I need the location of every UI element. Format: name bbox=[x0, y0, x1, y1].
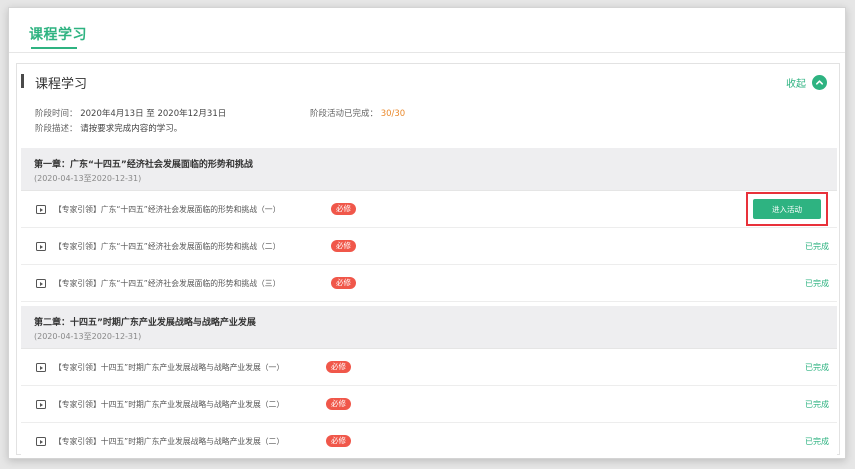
chapter-header: 第二章：十四五”时期广东产业发展战略与战略产业发展 (2020-04-13至20… bbox=[21, 306, 837, 349]
chapter-date-range: (2020-04-13至2020-12-31) bbox=[34, 174, 142, 183]
stage-completion: 阶段活动已完成： 30/30 bbox=[310, 107, 405, 119]
chapter-title: 第二章：十四五”时期广东产业发展战略与战略产业发展 bbox=[34, 318, 256, 328]
section-title: 课程学习 bbox=[35, 77, 88, 92]
chapter-1: 第一章：广东“十四五”经济社会发展面临的形势和挑战 (2020-04-13至20… bbox=[21, 148, 837, 302]
stage-time: 阶段时间： 2020年4月13日 至 2020年12月31日 bbox=[35, 107, 226, 119]
tab-active-underline bbox=[31, 47, 77, 49]
status-completed: 已完成 bbox=[805, 363, 829, 372]
stage-description-value: 请按要求完成内容的学习。 bbox=[80, 124, 183, 134]
stage-completion-value: 30/30 bbox=[380, 109, 406, 119]
list-item[interactable]: 【专家引领】广东“十四五”经济社会发展面临的形势和挑战（三） 必修 已完成 bbox=[21, 265, 837, 302]
course-window: 课程学习 课程学习 收起 阶段时间： 2020年4月13日 至 2020年12月… bbox=[8, 7, 846, 459]
chapter-date-range: (2020-04-13至2020-12-31) bbox=[34, 332, 142, 341]
list-item[interactable]: 【专家引领】广东“十四五”经济社会发展面临的形势和挑战（二） 必修 已完成 bbox=[21, 228, 837, 265]
activity-title[interactable]: 【专家引领】十四五”时期广东产业发展战略与战略产业发展（二） bbox=[54, 436, 284, 447]
video-play-icon bbox=[36, 400, 46, 409]
status-completed: 已完成 bbox=[805, 437, 829, 446]
video-play-icon bbox=[36, 437, 46, 446]
activity-title[interactable]: 【专家引领】广东“十四五”经济社会发展面临的形势和挑战（三） bbox=[54, 278, 280, 289]
required-badge: 必修 bbox=[331, 240, 356, 252]
status-completed: 已完成 bbox=[805, 242, 829, 251]
stage-time-value: 2020年4月13日 至 2020年12月31日 bbox=[80, 109, 227, 119]
required-badge: 必修 bbox=[326, 435, 351, 447]
chapter-2: 第二章：十四五”时期广东产业发展战略与战略产业发展 (2020-04-13至20… bbox=[21, 306, 837, 458]
activity-title[interactable]: 【专家引领】十四五”时期广东产业发展战略与战略产业发展（一） bbox=[54, 362, 284, 373]
chevron-up-icon[interactable] bbox=[812, 75, 827, 90]
collapse-toggle[interactable]: 收起 bbox=[786, 75, 827, 90]
required-badge: 必修 bbox=[331, 277, 356, 289]
stage-completion-label: 阶段活动已完成： bbox=[310, 109, 379, 119]
activity-title[interactable]: 【专家引领】十四五”时期广东产业发展战略与战略产业发展（二） bbox=[54, 399, 284, 410]
chapter-title: 第一章：广东“十四五”经济社会发展面临的形势和挑战 bbox=[34, 160, 253, 170]
video-play-icon bbox=[36, 242, 46, 251]
tab-course-study[interactable]: 课程学习 bbox=[29, 24, 87, 44]
stage-time-label: 阶段时间： bbox=[35, 109, 78, 119]
section-marker bbox=[21, 74, 24, 88]
activity-title[interactable]: 【专家引领】广东“十四五”经济社会发展面临的形势和挑战（一） bbox=[54, 204, 280, 215]
list-item[interactable]: 【专家引领】广东“十四五”经济社会发展面临的形势和挑战（一） 必修 进入活动 bbox=[21, 191, 837, 228]
video-play-icon bbox=[36, 279, 46, 288]
collapse-label[interactable]: 收起 bbox=[786, 75, 806, 90]
status-completed: 已完成 bbox=[805, 279, 829, 288]
stage-description: 阶段描述： 请按要求完成内容的学习。 bbox=[35, 122, 182, 134]
video-play-icon bbox=[36, 363, 46, 372]
enter-activity-button[interactable]: 进入活动 bbox=[753, 199, 821, 219]
activity-title[interactable]: 【专家引领】广东“十四五”经济社会发展面临的形势和挑战（二） bbox=[54, 241, 280, 252]
highlight-box: 进入活动 bbox=[746, 192, 828, 226]
video-play-icon bbox=[36, 205, 46, 214]
list-item[interactable]: 【专家引领】十四五”时期广东产业发展战略与战略产业发展（二） 必修 已完成 bbox=[21, 386, 837, 423]
list-item[interactable]: 【专家引领】十四五”时期广东产业发展战略与战略产业发展（二） 必修 已完成 bbox=[21, 423, 837, 458]
stage-description-label: 阶段描述： bbox=[35, 124, 78, 134]
required-badge: 必修 bbox=[326, 398, 351, 410]
chapter-header: 第一章：广东“十四五”经济社会发展面临的形势和挑战 (2020-04-13至20… bbox=[21, 148, 837, 191]
status-completed: 已完成 bbox=[805, 400, 829, 409]
top-tab-bar: 课程学习 bbox=[9, 8, 845, 53]
list-item[interactable]: 【专家引领】十四五”时期广东产业发展战略与战略产业发展（一） 必修 已完成 bbox=[21, 349, 837, 386]
required-badge: 必修 bbox=[331, 203, 356, 215]
course-panel: 课程学习 收起 阶段时间： 2020年4月13日 至 2020年12月31日 阶… bbox=[16, 63, 840, 458]
required-badge: 必修 bbox=[326, 361, 351, 373]
section-header: 课程学习 收起 bbox=[17, 64, 839, 96]
